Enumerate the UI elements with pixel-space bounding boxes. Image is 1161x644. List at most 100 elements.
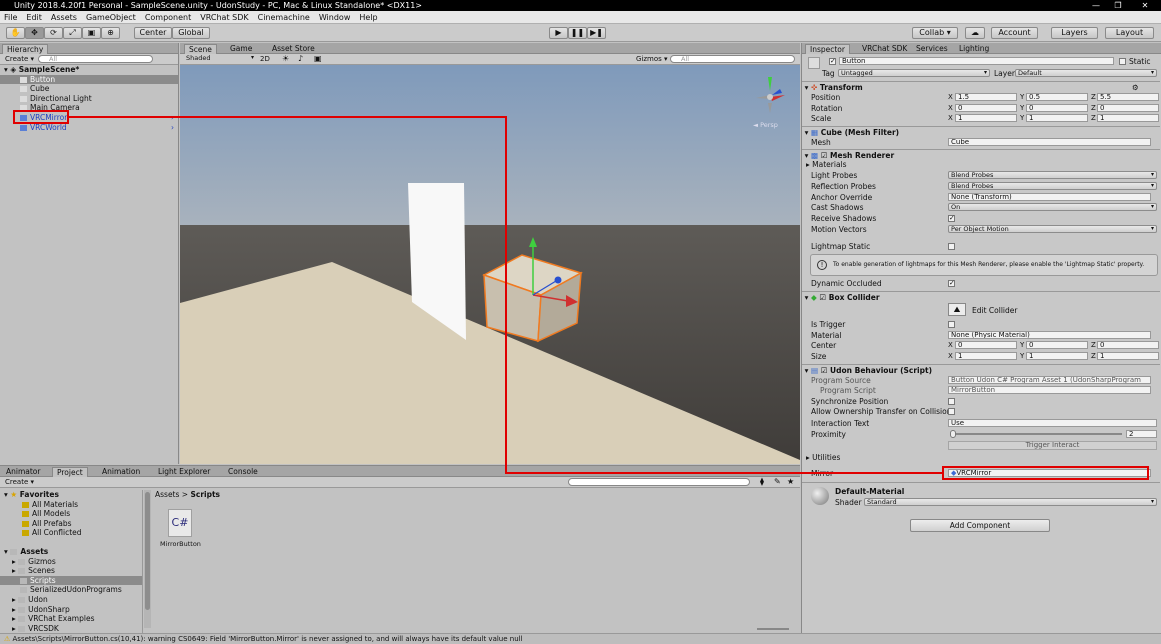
hierarchy-search-input[interactable]: All [38,55,153,63]
tab-hierarchy[interactable]: Hierarchy [2,44,49,54]
rotation-z-field[interactable]: 0 [1097,104,1159,112]
mesh-renderer-header[interactable]: ▾ ▩ ☑ Mesh Renderer [802,149,1160,160]
breadcrumb-scripts[interactable]: Scripts [190,490,220,499]
mesh-field[interactable]: Cube [948,138,1151,146]
pause-button[interactable]: ❚❚ [568,27,587,39]
folder-udon[interactable]: ▸ Udon [0,595,142,605]
2d-toggle[interactable]: 2D [260,55,270,63]
layer-dropdown[interactable]: Default [1015,69,1157,77]
favorite-icon[interactable]: ★ [787,477,794,486]
gizmos-dropdown[interactable]: Gizmos ▾ [636,55,668,63]
object-name-field[interactable]: Button [839,57,1114,65]
close-button[interactable]: ✕ [1132,0,1158,11]
breadcrumb-assets[interactable]: Assets [155,490,179,499]
synchronize-position-checkbox[interactable] [948,398,955,405]
filter-label-icon[interactable]: ✎ [774,477,781,486]
box-collider-header[interactable]: ▾ ◆ ☑ Box Collider [802,291,1160,302]
favorite-all-conflicted[interactable]: All Conflicted [0,528,142,538]
tab-game[interactable]: Game [226,44,256,54]
center-y-field[interactable]: 0 [1026,341,1088,349]
maximize-button[interactable]: ❐ [1105,0,1131,11]
proximity-field[interactable]: 2 [1126,430,1157,438]
pivot-center-toggle[interactable]: Center [134,27,172,39]
tab-light-explorer[interactable]: Light Explorer [154,467,214,477]
trigger-interact-button[interactable]: Trigger Interact [948,441,1157,450]
tab-vrchat-sdk[interactable]: VRChat SDK [858,44,911,54]
active-checkbox[interactable]: ✓ [829,58,836,65]
anchor-override-field[interactable]: None (Transform) [948,193,1151,201]
center-z-field[interactable]: 0 [1097,341,1159,349]
center-x-field[interactable]: 0 [955,341,1017,349]
dynamic-occluded-checkbox[interactable]: ✓ [948,280,955,287]
assets-folder[interactable]: ▾ Assets [0,547,142,557]
rotation-x-field[interactable]: 0 [955,104,1017,112]
light-probes-dropdown[interactable]: Blend Probes [948,171,1157,179]
play-button[interactable]: ▶ [549,27,568,39]
udon-behaviour-header[interactable]: ▾ ▤ ☑ Udon Behaviour (Script) [802,364,1160,375]
file-mirrorbutton[interactable]: C# MirrorButton [160,509,201,554]
filter-type-icon[interactable]: ⧫ [760,477,764,486]
cloud-icon[interactable]: ☁ [965,27,985,39]
menu-assets[interactable]: Assets [51,13,77,22]
rotation-y-field[interactable]: 0 [1026,104,1088,112]
favorite-all-prefabs[interactable]: All Prefabs [0,519,142,529]
menu-edit[interactable]: Edit [26,13,42,22]
mesh-filter-header[interactable]: ▾ ▦ Cube (Mesh Filter) [802,126,1160,137]
folder-tree-scrollbar[interactable] [144,490,151,628]
menu-vrchat-sdk[interactable]: VRChat SDK [200,13,248,22]
folder-gizmos[interactable]: ▸ Gizmos [0,557,142,567]
project-search-input[interactable] [568,478,750,486]
program-script-field[interactable]: MirrorButton [948,386,1151,394]
menu-component[interactable]: Component [145,13,191,22]
tab-scene[interactable]: Scene [184,44,217,54]
favorite-all-materials[interactable]: All Materials [0,500,142,510]
status-bar[interactable]: ⚠ Assets\Scripts\MirrorButton.cs(10,41):… [0,633,1161,644]
is-trigger-checkbox[interactable] [948,321,955,328]
tab-animation[interactable]: Animation [98,467,144,477]
project-create-button[interactable]: Create ▾ [5,478,34,486]
effects-icon[interactable]: ▣ [314,54,322,63]
motion-vectors-dropdown[interactable]: Per Object Motion [948,225,1157,233]
hand-tool-icon[interactable]: ✋ [6,27,25,39]
shading-dropdown[interactable]: Shaded [184,55,256,63]
static-checkbox[interactable] [1119,58,1126,65]
folder-scenes[interactable]: ▸ Scenes [0,566,142,576]
size-y-field[interactable]: 1 [1026,352,1088,360]
tab-lighting[interactable]: Lighting [955,44,993,54]
menu-gameobject[interactable]: GameObject [86,13,136,22]
add-component-button[interactable]: Add Component [910,519,1050,532]
favorite-all-models[interactable]: All Models [0,509,142,519]
hierarchy-item-vrcworld[interactable]: VRCWorld › [0,123,178,133]
scene-search-input[interactable]: All [670,55,795,63]
collab-button[interactable]: Collab ▾ [912,27,958,39]
menu-file[interactable]: File [4,13,17,22]
component-menu-icon[interactable]: ⚙ [1132,82,1139,93]
menu-cinemachine[interactable]: Cinemachine [258,13,310,22]
hierarchy-create-button[interactable]: Create ▾ [5,55,34,63]
ownership-transfer-checkbox[interactable] [948,408,955,415]
move-tool-icon[interactable]: ✥ [25,27,44,39]
cast-shadows-dropdown[interactable]: On [948,203,1157,211]
edit-collider-button[interactable]: ⛰ [948,303,966,316]
interaction-text-field[interactable]: Use [948,419,1157,427]
hierarchy-item-button[interactable]: Button [0,74,178,85]
tag-dropdown[interactable]: Untagged [838,69,990,77]
collider-material-field[interactable]: None (Physic Material) [948,331,1151,339]
folder-scripts[interactable]: Scripts [0,575,142,586]
chevron-right-icon[interactable]: › [171,123,174,133]
layout-dropdown[interactable]: Layout [1105,27,1154,39]
pivot-global-toggle[interactable]: Global [172,27,210,39]
folder-vrchat-examples[interactable]: ▸ VRChat Examples [0,614,142,624]
scene-root[interactable]: ▾ ◈ SampleScene* [0,65,178,75]
folder-serialized-udon-programs[interactable]: SerializedUdonPrograms [0,585,142,595]
tab-inspector[interactable]: Inspector [805,44,850,54]
shader-dropdown[interactable]: Standard [864,498,1157,506]
tab-project[interactable]: Project [52,467,88,477]
tab-asset-store[interactable]: Asset Store [268,44,319,54]
transform-tool-icon[interactable]: ⊕ [101,27,120,39]
lightmap-static-checkbox[interactable] [948,243,955,250]
scale-z-field[interactable]: 1 [1097,114,1159,122]
hierarchy-item-cube[interactable]: Cube [0,84,178,94]
tab-services[interactable]: Services [912,44,952,54]
tab-console[interactable]: Console [224,467,262,477]
